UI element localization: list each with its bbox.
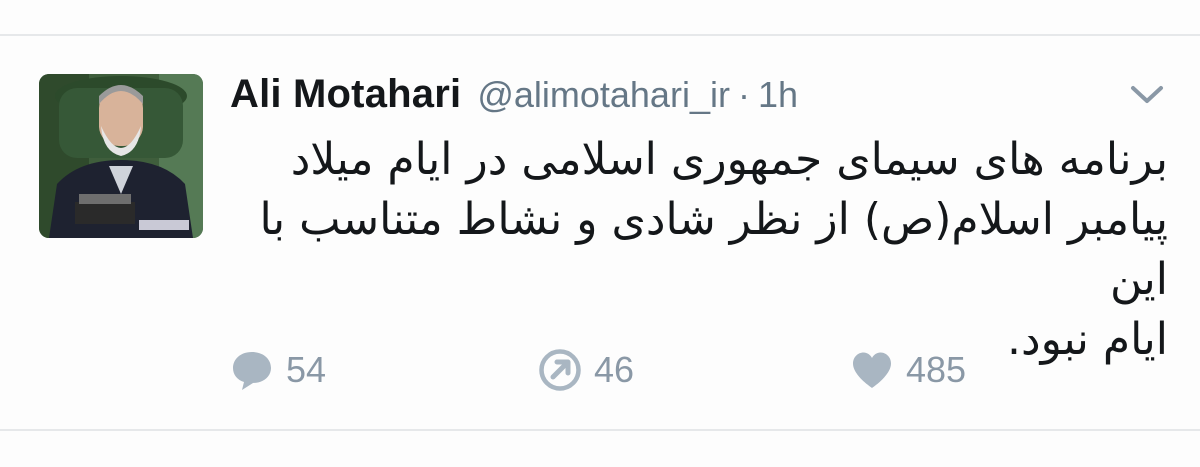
arrow-circle-icon (539, 349, 581, 391)
tweet-actions: 54 46 485 (0, 340, 1200, 400)
like-button[interactable]: 485 (850, 340, 966, 400)
tweet-card: Ali Motahari @alimotahari_ir · 1h برنامه… (0, 0, 1200, 467)
reply-button[interactable]: 54 (230, 340, 326, 400)
retweet-count: 46 (594, 349, 635, 390)
divider-top (0, 34, 1200, 36)
tweet-header: Ali Motahari @alimotahari_ir · 1h (230, 72, 798, 122)
avatar[interactable] (39, 74, 203, 238)
heart-icon (853, 352, 891, 388)
reply-count: 54 (286, 349, 327, 390)
timestamp[interactable]: 1h (758, 74, 798, 116)
display-name[interactable]: Ali Motahari (230, 72, 461, 117)
tweet-text-line: برنامه های سیمای جمهوری اسلامی در ایام م… (290, 134, 1168, 185)
chevron-down-icon[interactable] (1128, 82, 1166, 108)
speech-bubble-icon (233, 352, 271, 390)
avatar-image (39, 74, 203, 238)
user-handle[interactable]: @alimotahari_ir (477, 74, 730, 116)
like-count: 485 (906, 349, 967, 390)
retweet-button[interactable]: 46 (538, 340, 634, 400)
divider-bottom (0, 429, 1200, 431)
separator-dot: · (737, 74, 750, 115)
tweet-text: برنامه های سیمای جمهوری اسلامی در ایام م… (212, 130, 1168, 370)
tweet-text-line: پیامبر اسلام(ص) از نظر شادی و نشاط متناس… (259, 194, 1168, 305)
